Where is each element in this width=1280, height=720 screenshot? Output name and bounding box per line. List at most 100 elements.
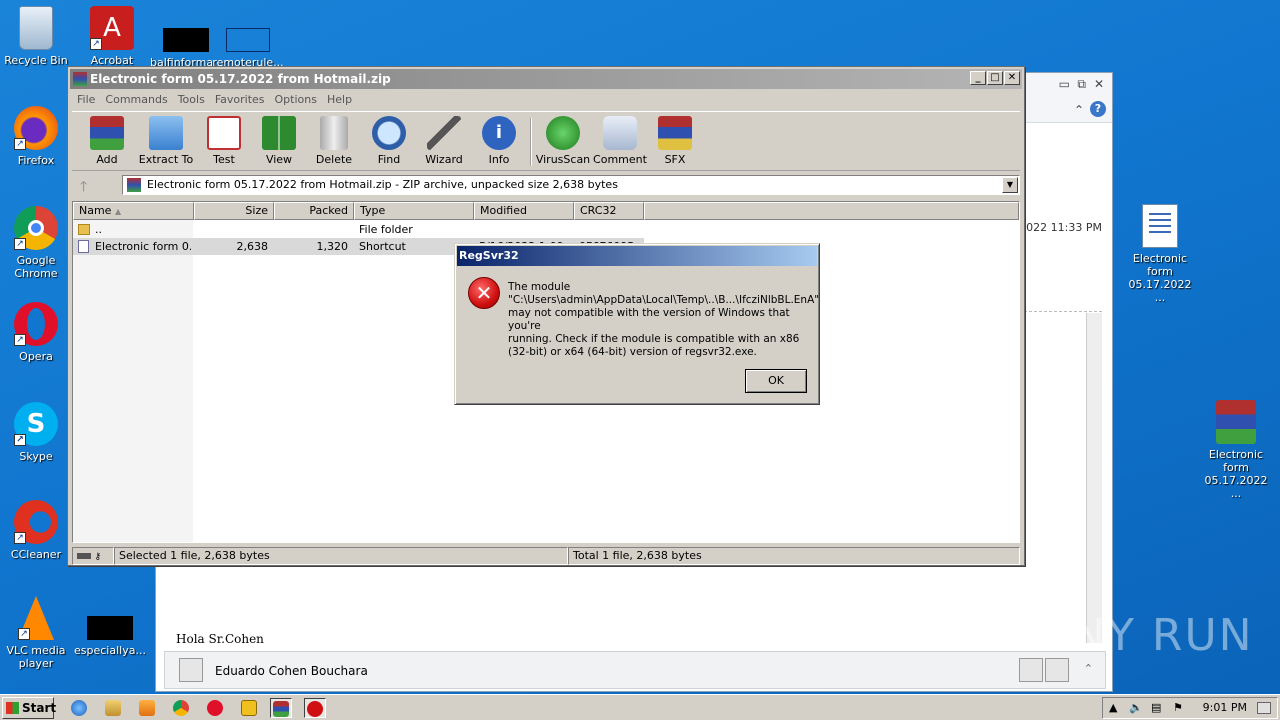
- network-icon[interactable]: ▤: [1151, 698, 1161, 718]
- view-button[interactable]: View: [250, 116, 308, 166]
- expand-icon[interactable]: ⌃: [1084, 662, 1093, 675]
- desktop-icon-ccleaner[interactable]: ↗ CCleaner: [0, 500, 72, 561]
- desktop-icon-chrome[interactable]: ↗ Google Chrome: [0, 206, 72, 280]
- wizard-label: Wizard: [425, 153, 463, 166]
- view-book-icon: [262, 116, 296, 150]
- menu-file[interactable]: File: [72, 91, 100, 109]
- desktop-icon-electronic-form-zip[interactable]: Electronic form 05.17.2022 ...: [1200, 400, 1272, 500]
- opera-taskbar-icon[interactable]: [204, 698, 226, 718]
- winrar-taskbar-icon[interactable]: [270, 698, 292, 718]
- minimize-icon[interactable]: ▭: [1059, 77, 1070, 91]
- winrar-titlebar[interactable]: Electronic form 05.17.2022 from Hotmail.…: [70, 69, 1022, 89]
- minimize-button[interactable]: _: [970, 71, 986, 85]
- ie-taskbar-icon[interactable]: [68, 698, 90, 718]
- sfx-button[interactable]: SFX: [646, 116, 704, 166]
- close-icon[interactable]: ✕: [1094, 77, 1104, 91]
- column-header-packed[interactable]: Packed: [274, 202, 354, 220]
- column-header-modified[interactable]: Modified: [474, 202, 574, 220]
- sender-name: Eduardo Cohen Bouchara: [215, 664, 368, 678]
- sender-bar: Eduardo Cohen Bouchara ⌃: [164, 651, 1106, 689]
- desktop-icon-label: Google Chrome: [14, 254, 58, 280]
- start-button[interactable]: Start: [2, 697, 56, 719]
- add-button[interactable]: Add: [78, 116, 136, 166]
- document-icon: [1142, 204, 1178, 248]
- menu-favorites[interactable]: Favorites: [210, 91, 270, 109]
- cell-name: ..: [95, 223, 102, 236]
- desktop-icon-label: Skype: [19, 450, 53, 463]
- delete-button[interactable]: Delete: [305, 116, 363, 166]
- toolbar: Add Extract To Test View Delete Find Wiz…: [72, 111, 1020, 171]
- status-total: Total 1 file, 2,638 bytes: [568, 547, 1020, 565]
- flag-tray-icon[interactable]: ⚑: [1173, 698, 1183, 718]
- media-player-taskbar-icon[interactable]: [136, 698, 158, 718]
- restore-icon[interactable]: ⧉: [1077, 77, 1086, 92]
- find-button[interactable]: Find: [360, 116, 418, 166]
- desktop-icon-label: Electronic form 05.17.2022 ...: [1204, 448, 1268, 500]
- sfx-label: SFX: [664, 153, 686, 166]
- menu-options[interactable]: Options: [270, 91, 322, 109]
- explorer-taskbar-icon[interactable]: [102, 698, 124, 718]
- desktop-icon-acrobat[interactable]: A ↗ Acrobat: [76, 6, 148, 67]
- virusscan-label: VirusScan: [535, 153, 591, 166]
- norton-taskbar-icon[interactable]: [238, 698, 260, 718]
- firefox-icon: ↗: [14, 106, 58, 150]
- chevron-down-icon[interactable]: ▼: [1002, 177, 1018, 193]
- desktop-icon-label: VLC media player: [6, 644, 66, 670]
- tray-expand-icon[interactable]: ▲: [1109, 698, 1117, 718]
- wizard-button[interactable]: Wizard: [415, 116, 473, 166]
- column-header-size[interactable]: Size: [194, 202, 274, 220]
- extract-to-button[interactable]: Extract To: [137, 116, 195, 166]
- volume-icon[interactable]: 🔈: [1129, 698, 1143, 718]
- up-arrow-icon[interactable]: 🡑: [80, 176, 87, 200]
- chrome-taskbar-icon[interactable]: [170, 698, 192, 718]
- anyrun-watermark: ANY RUN: [1040, 610, 1254, 661]
- desktop-icon-label: Electronic form 05.17.2022 ...: [1128, 252, 1192, 304]
- info-button[interactable]: i Info: [470, 116, 528, 166]
- status-bar: ⚷ Selected 1 file, 2,638 bytes Total 1 f…: [72, 547, 1020, 565]
- skype-icon: S ↗: [14, 402, 58, 446]
- menu-commands[interactable]: Commands: [100, 91, 172, 109]
- opera-icon: ↗: [14, 302, 58, 346]
- remoterule-file-icon: [226, 28, 270, 52]
- desktop-icon-skype[interactable]: S ↗ Skype: [0, 402, 72, 463]
- column-header-name[interactable]: Name ▲: [73, 202, 194, 220]
- show-desktop-icon[interactable]: [1257, 702, 1271, 714]
- desktop-icon-opera[interactable]: ↗ Opera: [0, 302, 72, 363]
- comment-button[interactable]: Comment: [591, 116, 649, 166]
- clock[interactable]: 9:01 PM: [1203, 698, 1247, 718]
- desktop-icon-firefox[interactable]: ↗ Firefox: [0, 106, 72, 167]
- maximize-button[interactable]: □: [987, 71, 1003, 85]
- regsvr32-taskbar-icon[interactable]: [304, 698, 326, 718]
- mail-scrollbar[interactable]: [1086, 313, 1102, 643]
- menu-help[interactable]: Help: [322, 91, 357, 109]
- column-header-type[interactable]: Type: [354, 202, 474, 220]
- column-header-crc32[interactable]: CRC32: [574, 202, 644, 220]
- table-row[interactable]: .. File folder: [73, 221, 644, 238]
- test-label: Test: [213, 153, 235, 166]
- cell-size: 2,638: [236, 240, 269, 253]
- chrome-icon: ↗: [14, 206, 58, 250]
- desktop-icon-vlc[interactable]: ↗ VLC media player: [0, 596, 72, 670]
- desktop-icon-label: Recycle Bin: [4, 54, 68, 67]
- virusscan-button[interactable]: VirusScan: [534, 116, 592, 166]
- close-button[interactable]: ✕: [1004, 71, 1020, 85]
- ok-button[interactable]: OK: [745, 369, 807, 393]
- comment-bubble-icon: [603, 116, 637, 150]
- test-button[interactable]: Test: [195, 116, 253, 166]
- message-line: The module: [508, 281, 571, 293]
- column-header-filler: [644, 202, 1019, 220]
- dialog-title[interactable]: RegSvr32: [457, 246, 817, 266]
- archive-path-text: Electronic form 05.17.2022 from Hotmail.…: [147, 178, 618, 191]
- desktop-icon-especially[interactable]: especiallya...: [74, 596, 146, 657]
- add-label: Add: [96, 153, 118, 166]
- help-icon[interactable]: ?: [1090, 101, 1106, 117]
- menu-tools[interactable]: Tools: [173, 91, 210, 109]
- desktop-icon-recycle-bin[interactable]: Recycle Bin: [0, 6, 72, 67]
- archive-path-field[interactable]: Electronic form 05.17.2022 from Hotmail.…: [122, 175, 1020, 195]
- desktop-icon-electronic-form-lnk[interactable]: Electronic form 05.17.2022 ...: [1124, 204, 1196, 304]
- status-selected: Selected 1 file, 2,638 bytes: [114, 547, 568, 565]
- collapse-ribbon-icon[interactable]: ⌃: [1074, 103, 1084, 117]
- zip-archive-icon: [127, 178, 141, 192]
- desktop-icon-remoterule[interactable]: remoterule...: [212, 6, 284, 69]
- redacted-file-icon: [163, 28, 209, 52]
